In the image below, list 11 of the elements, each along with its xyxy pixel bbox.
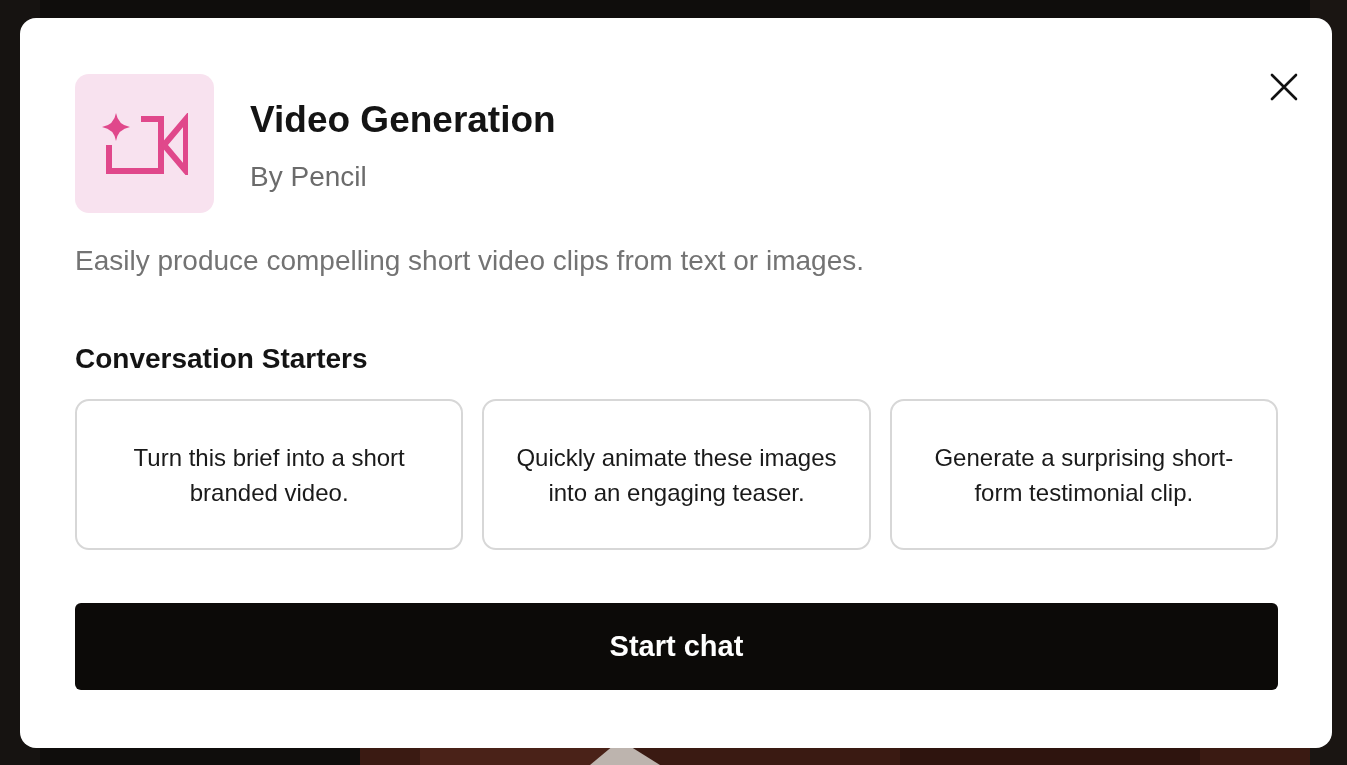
start-chat-button[interactable]: Start chat [75, 603, 1278, 690]
author-label: By Pencil [250, 160, 368, 193]
starter-card[interactable]: Generate a surprising short-form testimonial clip. [889, 399, 1278, 550]
starter-card[interactable]: Quickly animate these images into an engaging teaser. [482, 399, 871, 550]
description: Easily produce compelling short video clips from text or images. [75, 245, 865, 277]
dialog-title: Video Generation [250, 98, 556, 141]
starter-card[interactable]: Turn this brief into a short branded video. [75, 399, 464, 550]
section-heading: Conversation Starters [75, 343, 369, 375]
close-icon [1270, 73, 1298, 101]
sparkle-video-camera-icon [101, 112, 188, 175]
close-button[interactable] [1270, 73, 1298, 101]
